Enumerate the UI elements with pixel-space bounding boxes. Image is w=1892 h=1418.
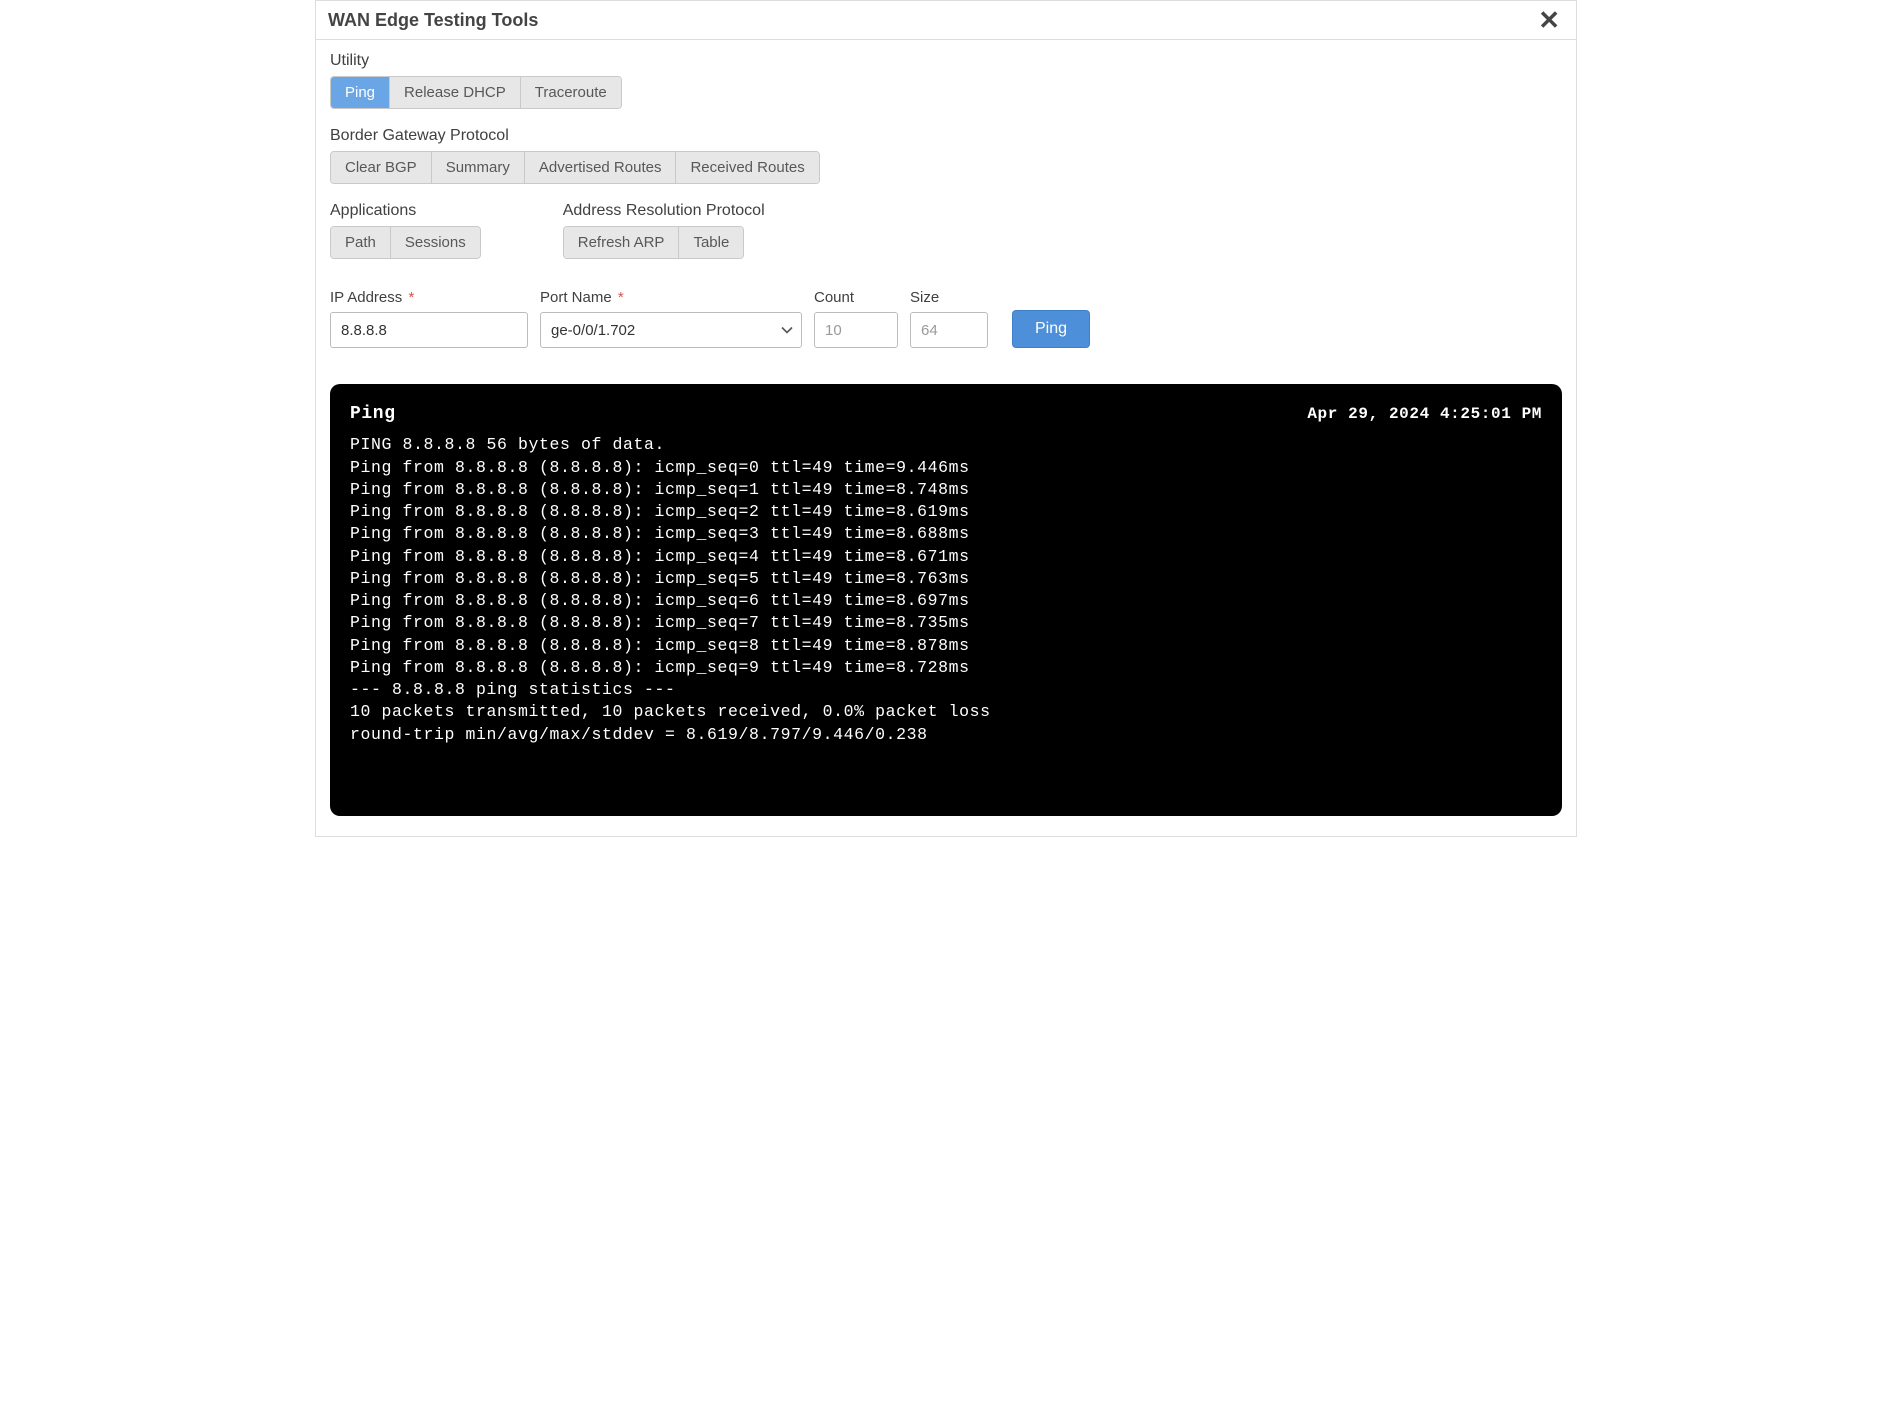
ping-form: IP Address * Port Name * ge-0/0/1.702 Co… xyxy=(330,289,1562,348)
bgp-advertised-button[interactable]: Advertised Routes xyxy=(525,152,677,183)
port-name-select[interactable]: ge-0/0/1.702 xyxy=(540,312,802,348)
terminal-title: Ping xyxy=(350,402,396,426)
modal-body: Utility Ping Release DHCP Traceroute Bor… xyxy=(316,40,1576,836)
apps-path-button[interactable]: Path xyxy=(331,227,391,258)
bgp-summary-button[interactable]: Summary xyxy=(432,152,525,183)
utility-label: Utility xyxy=(330,52,1562,70)
arp-refresh-button[interactable]: Refresh ARP xyxy=(564,227,680,258)
chevron-down-icon xyxy=(781,324,793,336)
port-name-value: ge-0/0/1.702 xyxy=(551,322,635,339)
modal-title: WAN Edge Testing Tools xyxy=(328,10,538,31)
apps-sessions-button[interactable]: Sessions xyxy=(391,227,480,258)
count-input[interactable] xyxy=(814,312,898,348)
size-input[interactable] xyxy=(910,312,988,348)
arp-table-button[interactable]: Table xyxy=(679,227,743,258)
utility-traceroute-button[interactable]: Traceroute xyxy=(521,77,621,108)
terminal-body: PING 8.8.8.8 56 bytes of data. Ping from… xyxy=(350,434,1542,746)
ping-submit-button[interactable]: Ping xyxy=(1012,310,1090,348)
bgp-received-button[interactable]: Received Routes xyxy=(676,152,818,183)
modal-header: WAN Edge Testing Tools ✕ xyxy=(316,1,1576,40)
terminal-timestamp: Apr 29, 2024 4:25:01 PM xyxy=(1307,404,1542,426)
applications-label: Applications xyxy=(330,202,509,220)
ip-address-label: IP Address * xyxy=(330,289,528,306)
ip-address-input[interactable] xyxy=(330,312,528,348)
bgp-label: Border Gateway Protocol xyxy=(330,127,1562,145)
testing-tools-modal: WAN Edge Testing Tools ✕ Utility Ping Re… xyxy=(315,0,1577,837)
arp-label: Address Resolution Protocol xyxy=(563,202,773,220)
close-icon[interactable]: ✕ xyxy=(1534,7,1564,33)
utility-release-dhcp-button[interactable]: Release DHCP xyxy=(390,77,521,108)
count-label: Count xyxy=(814,289,898,306)
size-label: Size xyxy=(910,289,988,306)
port-name-label: Port Name * xyxy=(540,289,802,306)
terminal-output: Ping Apr 29, 2024 4:25:01 PM PING 8.8.8.… xyxy=(330,384,1562,816)
utility-ping-button[interactable]: Ping xyxy=(331,77,390,108)
bgp-clear-button[interactable]: Clear BGP xyxy=(331,152,432,183)
